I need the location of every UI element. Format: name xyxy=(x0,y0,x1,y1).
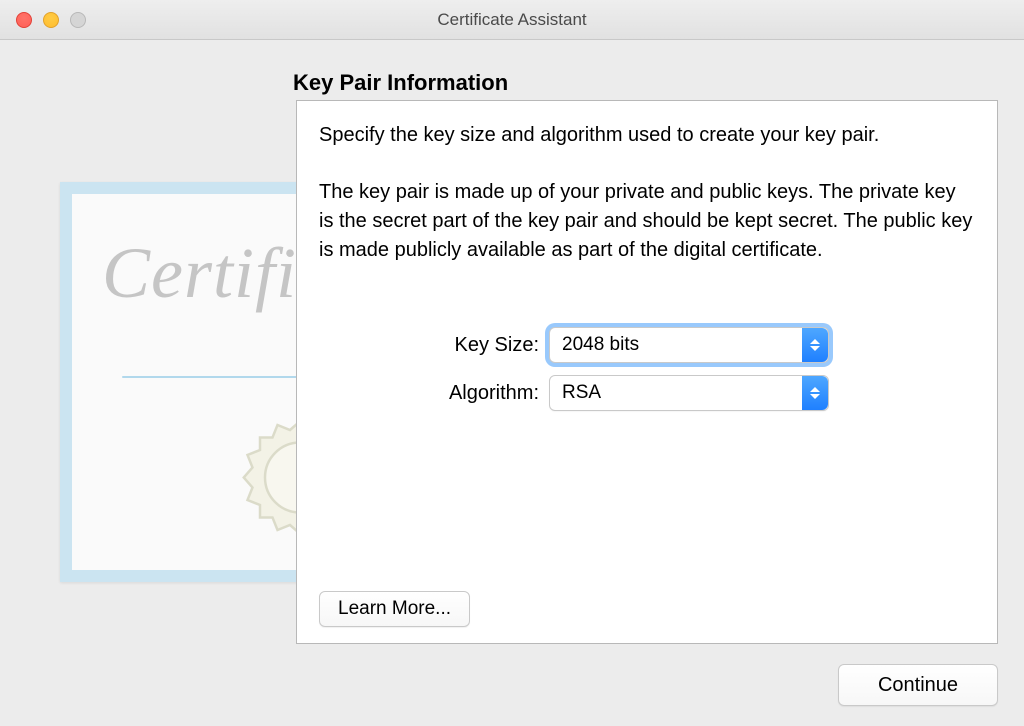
algorithm-label: Algorithm: xyxy=(319,382,549,405)
page-heading: Key Pair Information xyxy=(293,70,508,96)
form-area: Key Size: 2048 bits Algorithm: RSA xyxy=(319,327,975,411)
keysize-value: 2048 bits xyxy=(562,334,639,356)
footer: Continue xyxy=(838,664,998,706)
window-body: Certificate Key Pair Information Specify… xyxy=(0,40,1024,726)
keysize-row: Key Size: 2048 bits xyxy=(319,327,975,363)
window-title: Certificate Assistant xyxy=(0,10,1024,30)
updown-icon xyxy=(802,328,828,362)
learn-more-label: Learn More... xyxy=(338,598,451,620)
detail-text: The key pair is made up of your private … xyxy=(319,178,975,265)
keysize-select[interactable]: 2048 bits xyxy=(549,327,829,363)
algorithm-row: Algorithm: RSA xyxy=(319,375,975,411)
intro-text: Specify the key size and algorithm used … xyxy=(319,121,975,150)
content-panel: Specify the key size and algorithm used … xyxy=(296,100,998,644)
algorithm-select[interactable]: RSA xyxy=(549,375,829,411)
algorithm-value: RSA xyxy=(562,382,601,404)
keysize-label: Key Size: xyxy=(319,334,549,357)
updown-icon xyxy=(802,376,828,410)
learn-more-button[interactable]: Learn More... xyxy=(319,591,470,627)
continue-button[interactable]: Continue xyxy=(838,664,998,706)
continue-label: Continue xyxy=(878,674,958,697)
title-bar: Certificate Assistant xyxy=(0,0,1024,40)
